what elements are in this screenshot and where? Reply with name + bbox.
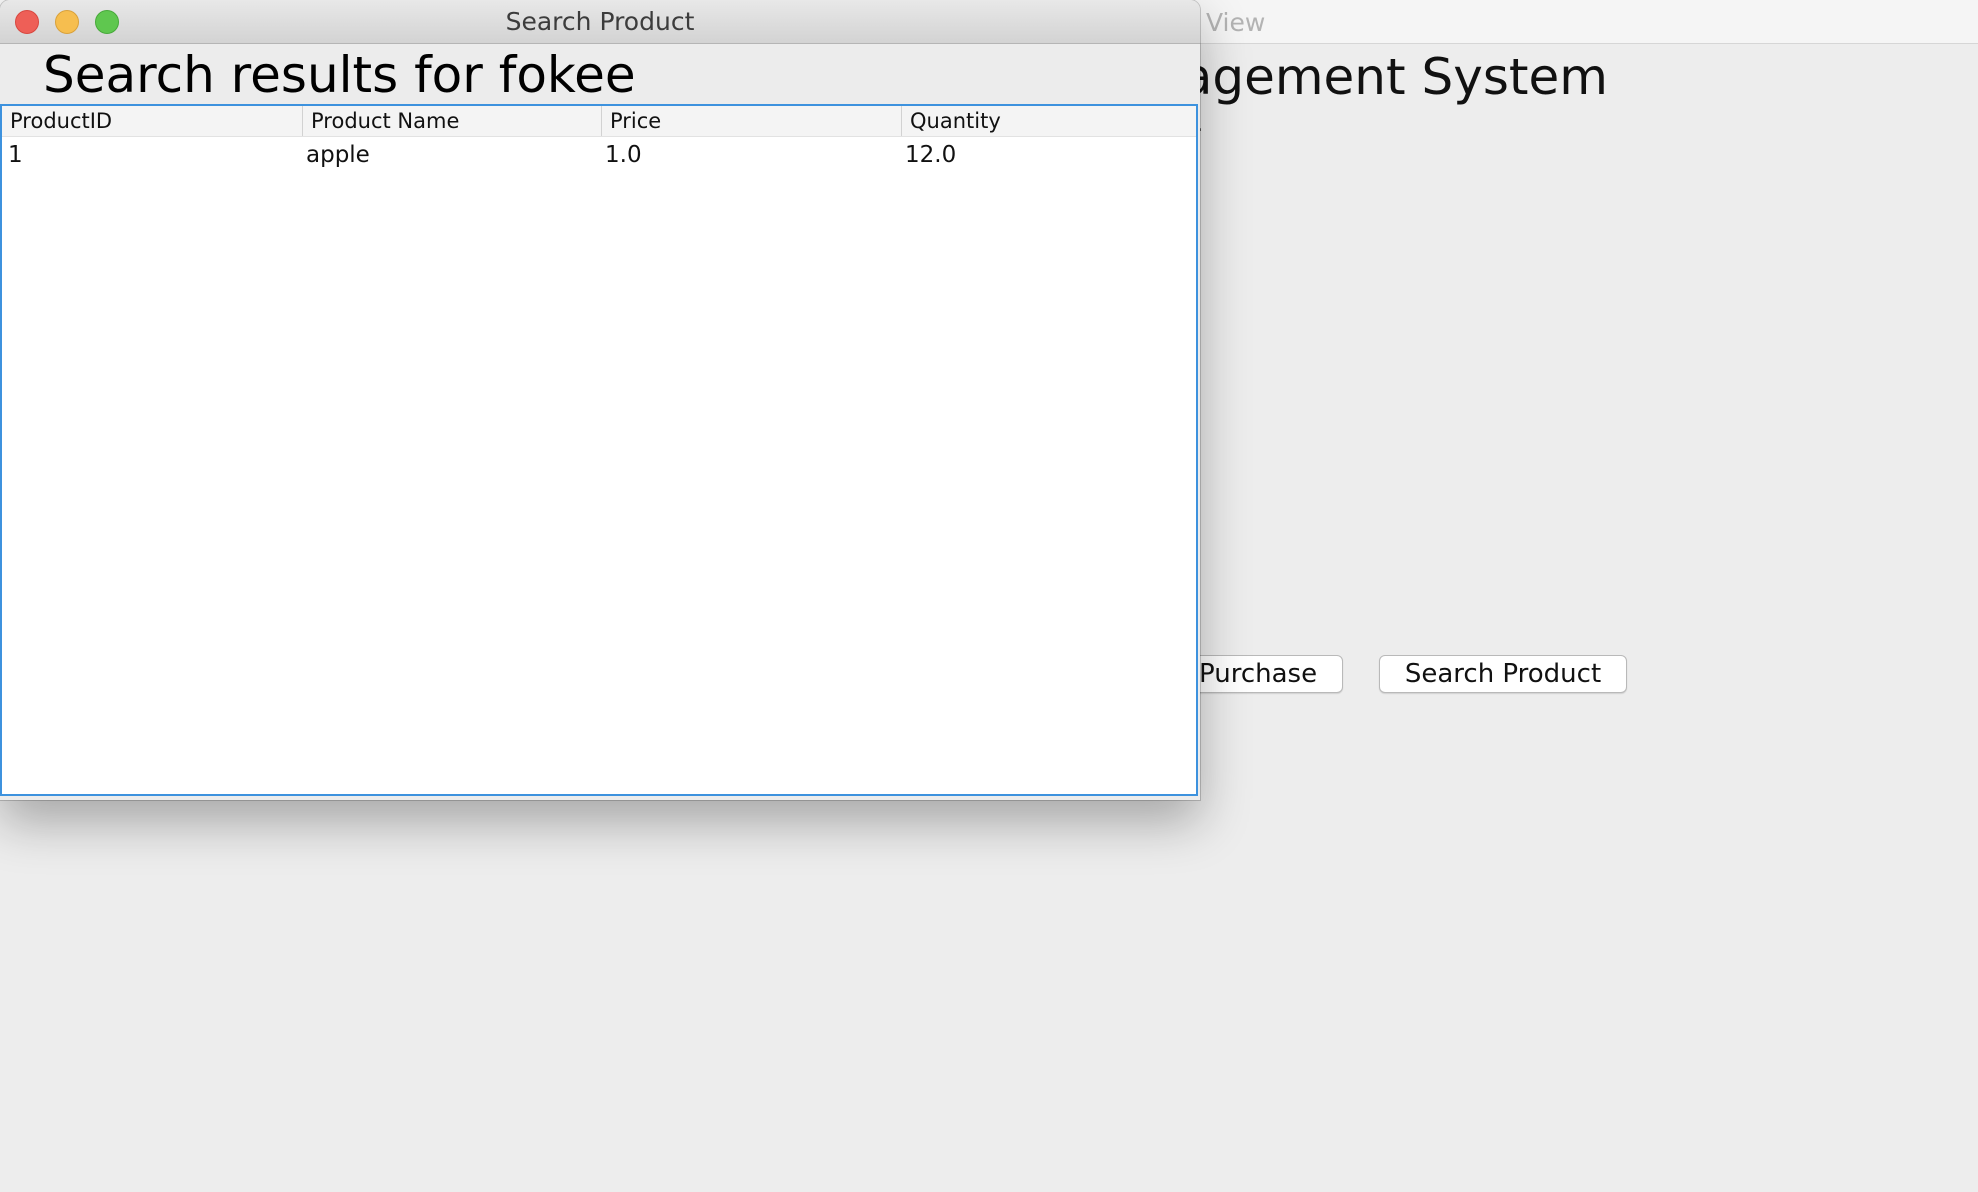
cell-quantity: 12.0 xyxy=(905,142,957,168)
column-header-productid[interactable]: ProductID xyxy=(2,106,302,136)
column-header-product-name[interactable]: Product Name xyxy=(302,106,601,136)
main-window-heading: nagement System xyxy=(1150,48,1608,106)
search-product-dialog: Search Product Search results for fokee … xyxy=(0,0,1200,800)
minimize-window-icon[interactable] xyxy=(55,10,79,34)
cell-product-name: apple xyxy=(306,142,370,168)
column-header-quantity[interactable]: Quantity xyxy=(901,106,1197,136)
cell-price: 1.0 xyxy=(605,142,642,168)
dialog-titlebar[interactable]: Search Product xyxy=(0,0,1200,44)
table-header: ProductID Product Name Price Quantity xyxy=(2,106,1196,137)
search-results-heading: Search results for fokee xyxy=(43,46,636,104)
results-table[interactable]: ProductID Product Name Price Quantity 1 … xyxy=(0,104,1198,796)
search-product-button[interactable]: Search Product xyxy=(1379,655,1627,693)
dialog-title: Search Product xyxy=(505,7,695,36)
close-window-icon[interactable] xyxy=(15,10,39,34)
table-row[interactable]: 1 apple 1.0 12.0 xyxy=(2,140,1196,170)
maximize-window-icon[interactable] xyxy=(95,10,119,34)
cell-productid: 1 xyxy=(8,142,23,168)
main-window-title: View xyxy=(1206,8,1266,37)
column-header-price[interactable]: Price xyxy=(601,106,901,136)
